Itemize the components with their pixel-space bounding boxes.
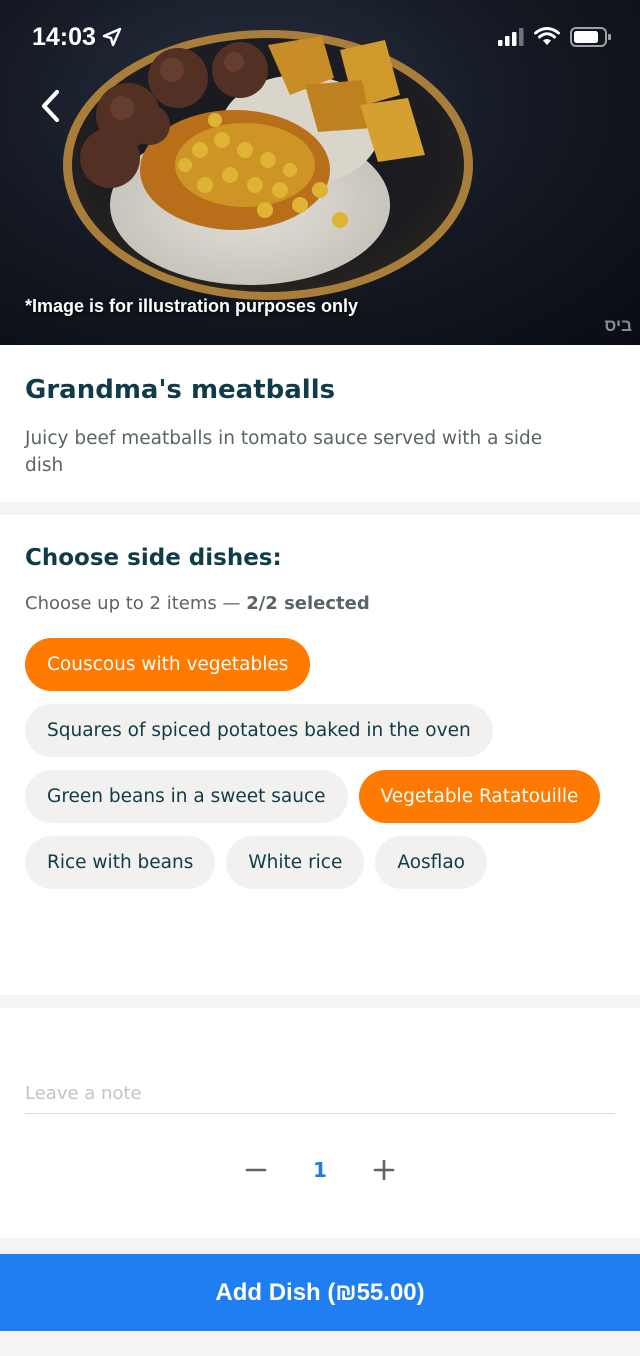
increase-quantity-button[interactable] — [352, 1150, 416, 1190]
quantity-value: 1 — [313, 1158, 327, 1182]
wifi-icon — [534, 27, 560, 45]
side-dishes-subtitle: Choose up to 2 items — 2/2 selected — [25, 593, 615, 614]
status-time: 14:03 — [32, 22, 96, 51]
dish-title: Grandma's meatballs — [25, 375, 336, 405]
status-bar: 14:03 — [0, 0, 640, 74]
dish-hero-image: 14:03 *Image is for illustration purpose… — [0, 0, 640, 345]
order-options-card: 1 — [0, 1008, 640, 1238]
chevron-left-icon — [41, 89, 60, 123]
side-dish-chip[interactable]: Couscous with vegetables — [25, 638, 311, 691]
minus-icon — [245, 1168, 267, 1172]
side-dish-chip[interactable]: Green beans in a sweet sauce — [25, 770, 348, 823]
dish-description: Juicy beef meatballs in tomato sauce ser… — [25, 428, 543, 476]
side-dish-chip[interactable]: Aosflao — [375, 836, 487, 889]
illustration-disclaimer: *Image is for illustration purposes only — [25, 296, 359, 316]
battery-icon — [570, 27, 611, 47]
add-dish-label: Add Dish (₪55.00) — [215, 1278, 425, 1306]
dish-info-card: Grandma's meatballs Juicy beef meatballs… — [0, 345, 640, 502]
cellular-signal-icon — [498, 28, 524, 46]
side-dish-chip[interactable]: Rice with beans — [25, 836, 216, 889]
quantity-stepper: 1 — [0, 1150, 640, 1190]
side-dish-options: Couscous with vegetables Squares of spic… — [25, 638, 625, 889]
side-dishes-section: Choose side dishes: Choose up to 2 items… — [0, 515, 640, 995]
side-dish-chip[interactable]: White rice — [226, 836, 365, 889]
add-dish-button[interactable]: Add Dish (₪55.00) — [0, 1254, 640, 1331]
status-icons — [498, 27, 612, 47]
location-arrow-icon — [102, 27, 122, 47]
side-dishes-title: Choose side dishes: — [25, 545, 282, 571]
side-dishes-limit: Choose up to 2 items — — [25, 593, 247, 614]
image-watermark: ביס — [604, 316, 632, 335]
side-dishes-selected-count: 2/2 selected — [246, 593, 370, 614]
status-time-group: 14:03 — [32, 23, 122, 52]
back-button[interactable] — [30, 84, 70, 128]
side-dish-chip[interactable]: Vegetable Ratatouille — [358, 770, 601, 823]
note-input[interactable] — [25, 1074, 615, 1114]
plus-icon — [373, 1159, 395, 1181]
side-dish-chip[interactable]: Squares of spiced potatoes baked in the … — [25, 704, 493, 757]
decrease-quantity-button[interactable] — [224, 1150, 288, 1190]
